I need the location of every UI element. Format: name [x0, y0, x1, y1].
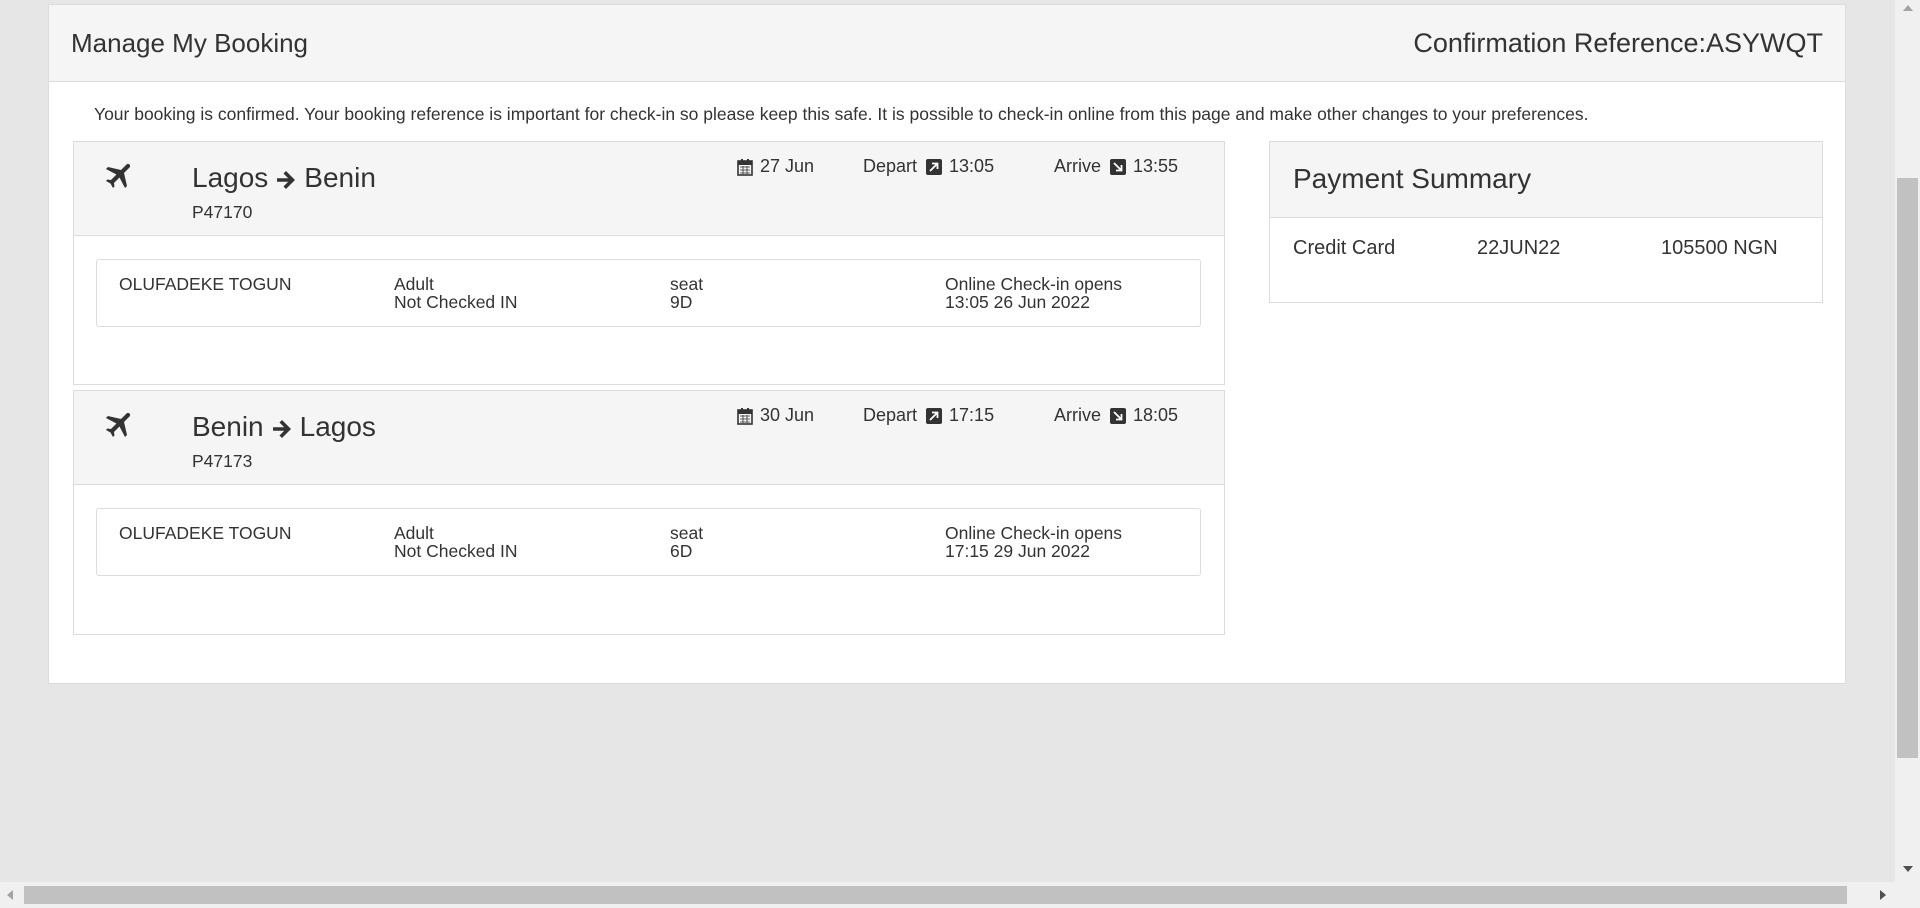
- depart-info: Depart 17:15: [863, 405, 994, 426]
- calendar-icon: [737, 407, 753, 425]
- date-value: 30 Jun: [760, 405, 815, 425]
- flight-date: 27 Jun: [737, 156, 814, 177]
- checkin-time: 17:15 29 Jun 2022: [945, 541, 1090, 561]
- page-title: Manage My Booking: [71, 28, 309, 58]
- vertical-scroll-thumb[interactable]: [1897, 178, 1918, 758]
- passenger-row: OLUFADEKE TOGUN Adult Not Checked IN sea…: [96, 259, 1201, 327]
- payment-summary: Payment Summary Credit Card 22JUN22 1055…: [1269, 141, 1823, 303]
- scroll-up-arrow-icon[interactable]: [1903, 5, 1913, 11]
- payment-summary-header: Payment Summary: [1270, 142, 1822, 218]
- flight-number: P47170: [192, 202, 253, 222]
- passenger-row: OLUFADEKE TOGUN Adult Not Checked IN sea…: [96, 508, 1201, 576]
- arrive-label: Arrive: [1054, 405, 1102, 425]
- passenger-name: OLUFADEKE TOGUN: [119, 523, 292, 543]
- checkin-status: Not Checked IN: [394, 292, 518, 312]
- arrive-info: Arrive 13:55: [1054, 156, 1178, 177]
- payment-method: Credit Card: [1293, 237, 1396, 259]
- passenger-type-cell: Adult Not Checked IN: [394, 275, 518, 311]
- confirmation-reference: Confirmation Reference:ASYWQT: [1413, 28, 1823, 58]
- depart-arrow-icon: [926, 407, 943, 424]
- plane-icon: [105, 163, 131, 189]
- calendar-icon: [737, 158, 753, 176]
- checkin-cell: Online Check-in opens 13:05 26 Jun 2022: [945, 275, 1122, 311]
- seat-label: seat: [670, 523, 704, 543]
- booking-header: Manage My Booking Confirmation Reference…: [49, 5, 1845, 82]
- arrive-arrow-icon: [1110, 158, 1127, 175]
- plane-icon: [105, 412, 131, 438]
- seat-cell: seat 9D: [670, 275, 703, 311]
- scroll-right-arrow-icon[interactable]: [1880, 890, 1886, 900]
- horizontal-scrollbar[interactable]: [0, 882, 1920, 908]
- payment-summary-title: Payment Summary: [1293, 163, 1532, 194]
- vertical-scrollbar[interactable]: [1895, 0, 1920, 882]
- checkin-status: Not Checked IN: [394, 541, 518, 561]
- seat-value: 6D: [670, 541, 693, 561]
- passenger-type: Adult: [394, 274, 434, 294]
- flight-number: P47173: [192, 451, 253, 471]
- depart-time: 17:15: [949, 405, 995, 425]
- payment-date: 22JUN22: [1477, 237, 1561, 259]
- arrive-time: 18:05: [1133, 405, 1179, 425]
- arrive-info: Arrive 18:05: [1054, 405, 1178, 426]
- checkin-time: 13:05 26 Jun 2022: [945, 292, 1090, 312]
- passenger-type: Adult: [394, 523, 434, 543]
- seat-value: 9D: [670, 292, 693, 312]
- depart-time: 13:05: [949, 156, 995, 176]
- horizontal-scroll-thumb[interactable]: [24, 886, 1847, 904]
- date-value: 27 Jun: [760, 156, 815, 176]
- route-destination: Benin: [304, 162, 376, 193]
- flight-header: Lagos Benin P47170 27 Jun Depart 13:05 Ar…: [74, 142, 1224, 236]
- flight-route: Lagos Benin: [192, 162, 376, 194]
- booking-panel: Manage My Booking Confirmation Reference…: [48, 4, 1846, 684]
- route-origin: Lagos: [192, 162, 269, 193]
- arrive-label: Arrive: [1054, 156, 1102, 176]
- arrive-time: 13:55: [1133, 156, 1179, 176]
- flight-date: 30 Jun: [737, 405, 814, 426]
- arrow-right-icon: [277, 170, 296, 189]
- scroll-down-arrow-icon[interactable]: [1903, 866, 1913, 872]
- flight-card: Lagos Benin P47170 27 Jun Depart 13:05 Ar…: [73, 141, 1225, 385]
- scroll-left-arrow-icon[interactable]: [7, 890, 13, 900]
- arrow-right-icon: [272, 419, 291, 438]
- route-destination: Lagos: [299, 411, 376, 442]
- seat-cell: seat 6D: [670, 524, 703, 560]
- booking-notice: Your booking is confirmed. Your booking …: [94, 104, 1589, 124]
- seat-label: seat: [670, 274, 704, 294]
- passenger-type-cell: Adult Not Checked IN: [394, 524, 518, 560]
- flight-header: Benin Lagos P47173 30 Jun Depart 17:15 Ar…: [74, 391, 1224, 485]
- checkin-label: Online Check-in opens: [945, 274, 1123, 294]
- depart-info: Depart 13:05: [863, 156, 994, 177]
- depart-arrow-icon: [926, 158, 943, 175]
- depart-label: Depart: [863, 156, 918, 176]
- flight-route: Benin Lagos: [192, 411, 376, 443]
- arrive-arrow-icon: [1110, 407, 1127, 424]
- depart-label: Depart: [863, 405, 918, 425]
- checkin-cell: Online Check-in opens 17:15 29 Jun 2022: [945, 524, 1122, 560]
- route-origin: Benin: [192, 411, 264, 442]
- passenger-name: OLUFADEKE TOGUN: [119, 274, 292, 294]
- checkin-label: Online Check-in opens: [945, 523, 1123, 543]
- payment-amount: 105500 NGN: [1661, 237, 1778, 259]
- flight-card: Benin Lagos P47173 30 Jun Depart 17:15 Ar…: [73, 390, 1225, 635]
